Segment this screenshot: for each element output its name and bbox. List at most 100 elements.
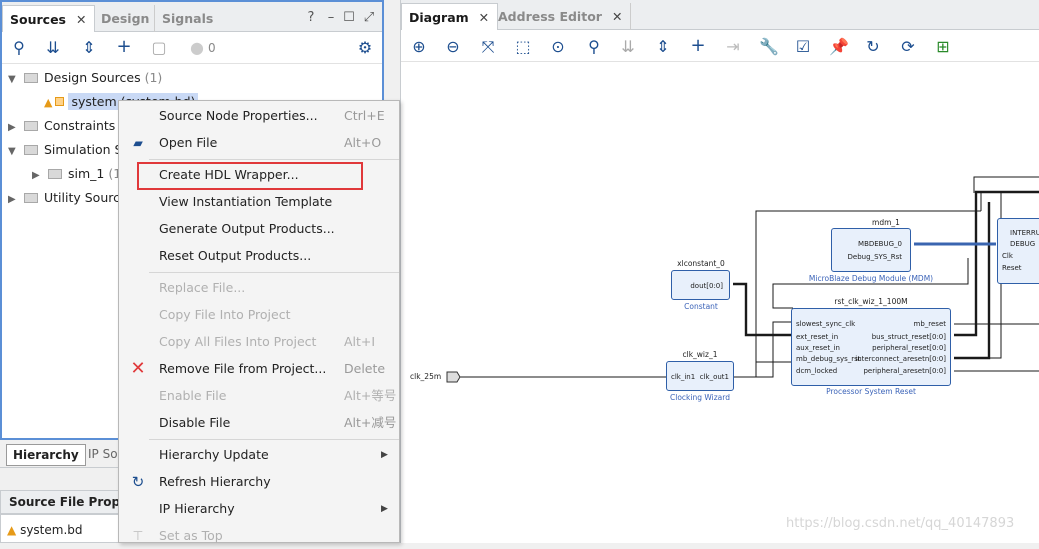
tab-signals[interactable]: Signals xyxy=(154,5,221,32)
xlconstant-title: xlconstant_0 xyxy=(677,259,725,268)
folder-icon xyxy=(24,73,38,83)
menu-item-hierarchy-update[interactable]: Hierarchy Update ▶ xyxy=(119,442,399,468)
tree-item-simulation[interactable]: ▼ Simulation So xyxy=(8,140,130,160)
menu-item-copy-file-into-project[interactable]: Copy File Into Project xyxy=(119,302,399,328)
microblaze-block[interactable]: INTERRU DEBUG Clk Reset xyxy=(997,218,1039,284)
folder-icon xyxy=(24,145,38,155)
collapse-icon[interactable]: ⇊ xyxy=(619,39,637,55)
chevron-down-icon[interactable]: ▼ xyxy=(8,142,22,162)
tab-address-editor[interactable]: Address Editor ✕ xyxy=(491,3,632,30)
menu-item-enable-file[interactable]: Enable File Alt+等号 xyxy=(119,383,399,409)
clkwiz-title: clk_wiz_1 xyxy=(682,350,718,359)
close-icon[interactable]: ✕ xyxy=(76,12,86,27)
zoom-out-icon[interactable]: ⊖ xyxy=(444,39,462,55)
tree-item-constraints[interactable]: ▶ Constraints xyxy=(8,116,115,136)
highlight-box xyxy=(137,162,363,190)
folder-open-icon: ▰ xyxy=(133,135,143,150)
menu-item-replace-file[interactable]: Replace File... xyxy=(119,275,399,301)
tree-item-design-sources[interactable]: ▼ Design Sources (1) xyxy=(8,68,162,88)
menu-item-reset-output-products[interactable]: Reset Output Products... xyxy=(119,243,399,269)
tree-item-utility[interactable]: ▶ Utility Sources xyxy=(8,188,134,208)
menu-item-ip-hierarchy[interactable]: IP Hierarchy ▶ xyxy=(119,496,399,522)
help-icon[interactable]: ? xyxy=(302,10,320,26)
close-icon[interactable]: ✕ xyxy=(479,10,489,25)
tab-diagram[interactable]: Diagram ✕ xyxy=(401,3,499,30)
wrench-icon[interactable]: 🔧 xyxy=(759,39,779,55)
menu-separator xyxy=(149,272,399,273)
diagram-tabbar: Diagram ✕ Address Editor ✕ xyxy=(401,0,1039,30)
remove-x-icon: ✕ xyxy=(130,358,146,379)
connect-icon[interactable]: ⇥ xyxy=(724,39,742,55)
add-ip-icon[interactable]: + xyxy=(689,37,707,55)
tab-sources[interactable]: Sources ✕ xyxy=(2,5,96,32)
rst-subtitle: Processor System Reset xyxy=(826,387,916,396)
add-sources-icon[interactable]: + xyxy=(115,38,133,56)
maximize-icon[interactable]: ☐ xyxy=(340,10,358,26)
menu-separator xyxy=(149,439,399,440)
block-design-icon: ▲ xyxy=(44,96,53,109)
menu-item-view-instantiation-template[interactable]: View Instantiation Template xyxy=(119,189,399,215)
menu-separator xyxy=(149,159,399,160)
regenerate-icon[interactable]: ⟳ xyxy=(899,39,917,55)
tab-ip-sources[interactable]: IP So xyxy=(88,447,118,461)
folder-icon xyxy=(24,121,38,131)
watermark: https://blog.csdn.net/qq_40147893 xyxy=(786,516,1015,531)
submenu-arrow-icon: ▶ xyxy=(381,450,388,460)
float-icon[interactable]: ⤢ xyxy=(360,10,378,26)
center-icon[interactable]: ⊙ xyxy=(549,39,567,55)
zoom-fit-icon[interactable]: ⤧ xyxy=(479,39,497,55)
menu-item-open-file[interactable]: ▰ Open File Alt+O xyxy=(119,130,399,156)
submenu-arrow-icon: ▶ xyxy=(381,504,388,514)
hierarchy-icon: ⊤ xyxy=(132,528,144,543)
sources-tabbar: Sources ✕ Design Signals ? – ☐ ⤢ xyxy=(2,2,382,32)
menu-item-disable-file[interactable]: Disable File Alt+减号 xyxy=(119,410,399,436)
menu-item-remove-file[interactable]: ✕ Remove File from Project... Delete xyxy=(119,356,399,382)
menu-item-source-node-properties[interactable]: Source Node Properties... Ctrl+E xyxy=(119,103,399,129)
status-count: 0 xyxy=(208,41,216,55)
diagram-panel: Diagram ✕ Address Editor ✕ ⊕ ⊖ ⤧ ⬚ ⊙ ⚲ ⇊ ⇕… xyxy=(400,0,1039,543)
menu-item-copy-all-files-into-project[interactable]: Copy All Files Into Project Alt+I xyxy=(119,329,399,355)
tree-item-sim1[interactable]: ▶sim_1 (1) xyxy=(32,164,126,184)
chevron-right-icon[interactable]: ▶ xyxy=(8,190,22,210)
search-icon[interactable]: ⚲ xyxy=(10,40,28,56)
minimize-icon[interactable]: – xyxy=(322,10,340,26)
clkwiz-block[interactable]: clk_in1 clk_out1 xyxy=(666,361,734,391)
mdm-block[interactable]: MBDEBUG_0 Debug_SYS_Rst xyxy=(831,228,911,272)
menu-item-refresh-hierarchy[interactable]: ↻ Refresh Hierarchy xyxy=(119,469,399,495)
properties-icon[interactable]: ▢ xyxy=(150,40,168,56)
diagram-toolbar: ⊕ ⊖ ⤧ ⬚ ⊙ ⚲ ⇊ ⇕ + ⇥ 🔧 ☑ 📌 ↻ ⟳ ⊞ xyxy=(401,32,1039,62)
port-clk-25m[interactable]: clk_25m xyxy=(410,372,441,381)
folder-icon xyxy=(48,169,62,179)
rst-title: rst_clk_wiz_1_100M xyxy=(834,297,908,306)
mdm-title: mdm_1 xyxy=(872,218,900,227)
sources-toolbar: ⚲ ⇊ ⇕ + ▢ ● 0 ⚙ xyxy=(2,34,382,64)
gear-icon[interactable]: ⚙ xyxy=(356,40,374,56)
expand-all-icon[interactable]: ⇕ xyxy=(80,40,98,56)
close-icon[interactable]: ✕ xyxy=(612,9,622,24)
status-dot-icon: ● xyxy=(190,38,204,57)
search-icon[interactable]: ⚲ xyxy=(585,39,603,55)
folder-icon xyxy=(24,193,38,203)
xlconstant-subtitle: Constant xyxy=(684,302,718,311)
rst-block[interactable]: slowest_sync_clk ext_reset_in aux_reset_… xyxy=(791,308,951,386)
menu-item-generate-output-products[interactable]: Generate Output Products... xyxy=(119,216,399,242)
chevron-right-icon[interactable]: ▶ xyxy=(8,118,22,138)
clkwiz-subtitle: Clocking Wizard xyxy=(670,393,730,402)
pin-icon[interactable]: 📌 xyxy=(829,39,849,55)
collapse-all-icon[interactable]: ⇊ xyxy=(44,40,62,56)
chevron-down-icon[interactable]: ▼ xyxy=(8,70,22,90)
xlconstant-block[interactable]: dout[0:0] xyxy=(671,270,730,300)
refresh-icon[interactable]: ↻ xyxy=(864,39,882,55)
zoom-area-icon[interactable]: ⬚ xyxy=(514,39,532,55)
block-design-icon: ▲ xyxy=(7,523,17,537)
zoom-in-icon[interactable]: ⊕ xyxy=(410,39,428,55)
chevron-right-icon[interactable]: ▶ xyxy=(32,166,46,186)
module-icon[interactable]: ⊞ xyxy=(934,39,952,55)
validate-icon[interactable]: ☑ xyxy=(794,39,812,55)
expand-icon[interactable]: ⇕ xyxy=(654,39,672,55)
refresh-icon: ↻ xyxy=(131,473,145,491)
menu-item-set-as-top[interactable]: ⊤ Set as Top xyxy=(119,523,399,549)
tab-design[interactable]: Design xyxy=(94,5,157,32)
bd-file-icon xyxy=(55,97,65,106)
tab-hierarchy[interactable]: Hierarchy xyxy=(6,444,86,466)
